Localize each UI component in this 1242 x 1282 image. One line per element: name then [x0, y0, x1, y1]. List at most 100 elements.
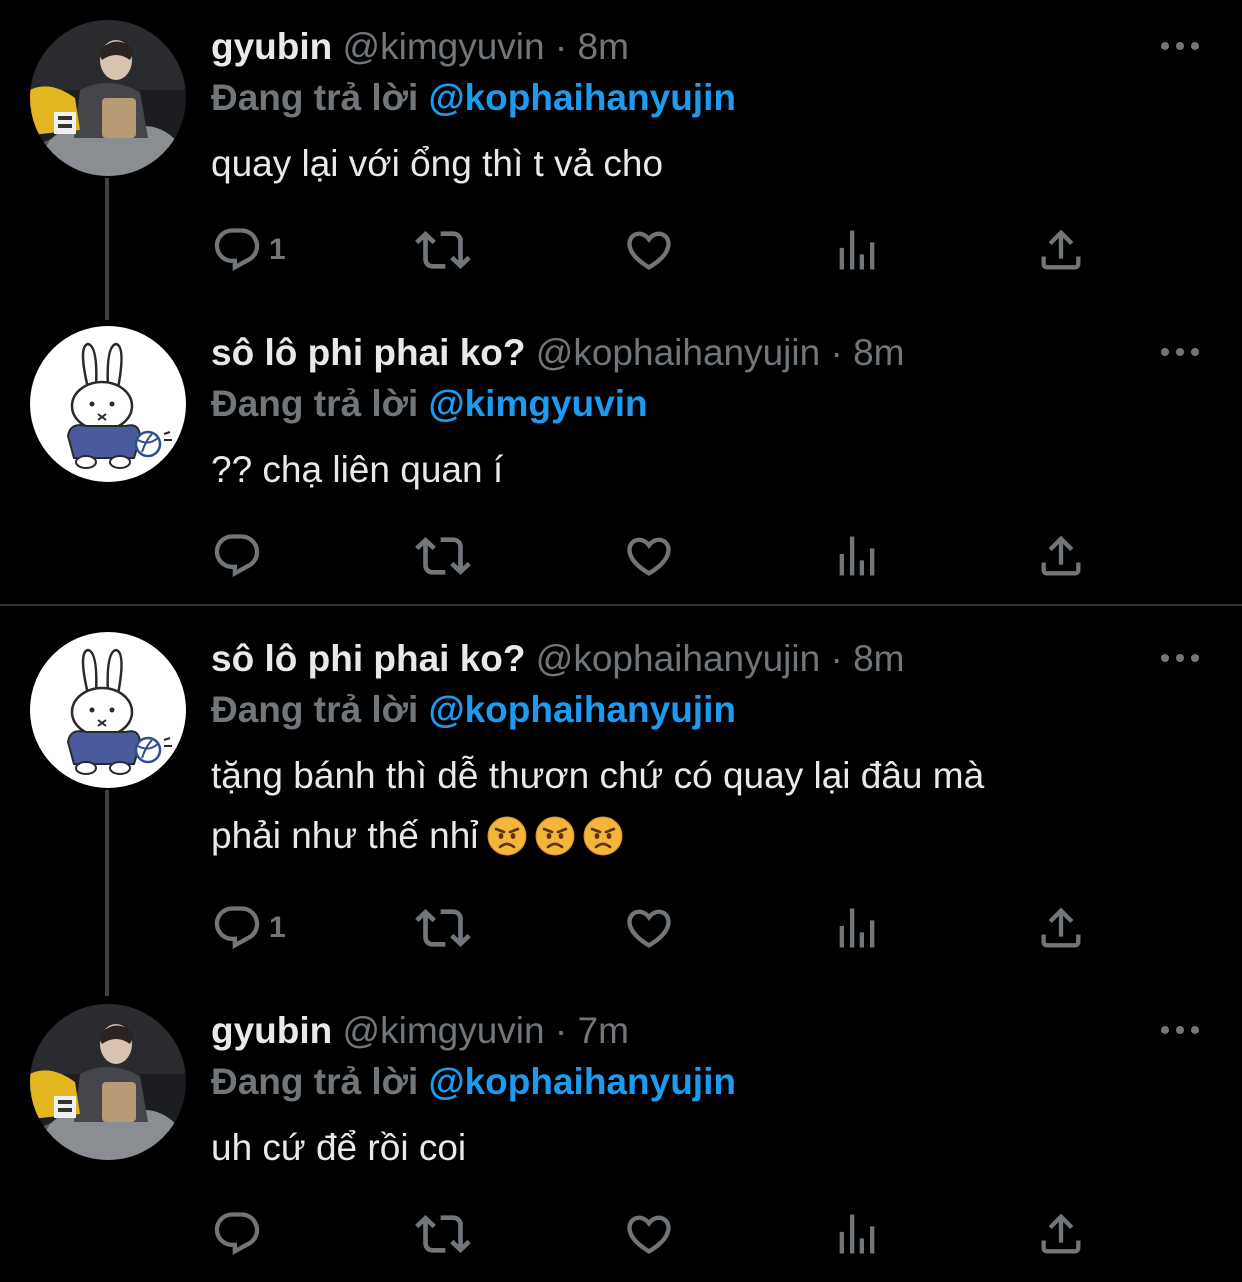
tweet-header: gyubin @kimgyuvin · 8m: [211, 25, 629, 69]
separator-dot: ·: [830, 638, 843, 679]
tweet-actions: [211, 526, 1111, 586]
avatar[interactable]: [30, 326, 186, 482]
tweet-text: ?? chạ liên quan í: [211, 449, 504, 490]
timestamp[interactable]: 7m: [578, 1010, 629, 1051]
share-icon: [1035, 902, 1087, 954]
retweet-button[interactable]: [415, 220, 471, 280]
bunny-avatar-icon: [30, 632, 186, 788]
separator-dot: ·: [554, 1010, 568, 1051]
reply-icon: [211, 224, 263, 276]
tweet-header: gyubin @kimgyuvin · 7m: [211, 1009, 629, 1053]
reply-prefix: Đang trả lời: [211, 1061, 419, 1102]
separator-dot: ·: [554, 26, 568, 67]
retweet-icon: [415, 528, 471, 584]
like-button[interactable]: [623, 526, 675, 586]
display-name[interactable]: gyubin: [211, 1010, 332, 1051]
tweet-header: sô lô phi phai ko? @kophaihanyujin · 8m: [211, 637, 905, 681]
reply-icon: [211, 902, 263, 954]
angry-face-icon: [487, 816, 527, 856]
separator-dot: ·: [830, 332, 843, 373]
share-icon: [1035, 1208, 1087, 1260]
tweet-text-segment: phải như thế nhỉ: [211, 815, 479, 856]
tweet-actions: 1: [211, 898, 1111, 958]
heart-icon: [623, 1208, 675, 1260]
thread-connector-line: [105, 178, 109, 320]
tweet-actions: [211, 1204, 1111, 1264]
timestamp[interactable]: 8m: [578, 26, 629, 67]
views-button[interactable]: [831, 220, 883, 280]
reply-context: Đang trả lời @kophaihanyujin: [211, 1060, 736, 1104]
heart-icon: [623, 530, 675, 582]
reply-context: Đang trả lời @kimgyuvin: [211, 382, 648, 426]
views-chart-icon: [831, 224, 883, 276]
tweet-text-line: phải như thế nhỉ: [211, 806, 1191, 866]
display-name[interactable]: sô lô phi phai ko?: [211, 638, 526, 679]
views-chart-icon: [831, 902, 883, 954]
retweet-icon: [415, 900, 471, 956]
reply-count: 1: [269, 911, 286, 944]
views-button[interactable]: [831, 526, 883, 586]
more-options-icon[interactable]: [1158, 650, 1202, 666]
views-chart-icon: [831, 1208, 883, 1260]
user-handle[interactable]: @kophaihanyujin: [536, 332, 820, 373]
tweet-header: sô lô phi phai ko? @kophaihanyujin · 8m: [211, 331, 905, 375]
reply-button[interactable]: [211, 526, 269, 586]
reply-button[interactable]: 1: [211, 898, 286, 958]
like-button[interactable]: [623, 1204, 675, 1264]
person-photo-avatar-icon: [30, 20, 186, 176]
reply-context: Đang trả lời @kophaihanyujin: [211, 76, 736, 120]
share-button[interactable]: [1035, 1204, 1087, 1264]
tweet-text: tặng bánh thì dễ thươn chứ có quay lại đ…: [211, 746, 1191, 866]
reply-button[interactable]: [211, 1204, 269, 1264]
user-handle[interactable]: @kimgyuvin: [343, 26, 545, 67]
tweet-text: quay lại với ổng thì t vả cho: [211, 143, 664, 184]
reply-count: 1: [269, 233, 286, 266]
thread-divider: [0, 604, 1242, 606]
reply-button[interactable]: 1: [211, 220, 286, 280]
like-button[interactable]: [623, 220, 675, 280]
thread-connector-line: [105, 790, 109, 996]
retweet-icon: [415, 222, 471, 278]
reply-mention-link[interactable]: @kophaihanyujin: [429, 77, 736, 118]
display-name[interactable]: sô lô phi phai ko?: [211, 332, 526, 373]
reply-prefix: Đang trả lời: [211, 383, 419, 424]
reply-icon: [211, 1208, 263, 1260]
reply-context: Đang trả lời @kophaihanyujin: [211, 688, 736, 732]
share-icon: [1035, 530, 1087, 582]
share-button[interactable]: [1035, 220, 1087, 280]
more-options-icon[interactable]: [1158, 38, 1202, 54]
retweet-button[interactable]: [415, 898, 471, 958]
retweet-button[interactable]: [415, 526, 471, 586]
reply-icon: [211, 530, 263, 582]
avatar[interactable]: [30, 1004, 186, 1160]
display-name[interactable]: gyubin: [211, 26, 332, 67]
views-button[interactable]: [831, 898, 883, 958]
reply-mention-link[interactable]: @kimgyuvin: [429, 383, 648, 424]
angry-face-icon: [535, 816, 575, 856]
retweet-icon: [415, 1206, 471, 1262]
reply-prefix: Đang trả lời: [211, 689, 419, 730]
timestamp[interactable]: 8m: [853, 332, 904, 373]
reply-mention-link[interactable]: @kophaihanyujin: [429, 689, 736, 730]
reply-mention-link[interactable]: @kophaihanyujin: [429, 1061, 736, 1102]
views-button[interactable]: [831, 1204, 883, 1264]
tweet-text-line: tặng bánh thì dễ thươn chứ có quay lại đ…: [211, 755, 985, 796]
angry-face-icon: [583, 816, 623, 856]
share-button[interactable]: [1035, 898, 1087, 958]
more-options-icon[interactable]: [1158, 1022, 1202, 1038]
tweet-text: uh cứ để rồi coi: [211, 1127, 467, 1168]
user-handle[interactable]: @kophaihanyujin: [536, 638, 820, 679]
heart-icon: [623, 902, 675, 954]
reply-prefix: Đang trả lời: [211, 77, 419, 118]
avatar[interactable]: [30, 20, 186, 176]
retweet-button[interactable]: [415, 1204, 471, 1264]
more-options-icon[interactable]: [1158, 344, 1202, 360]
user-handle[interactable]: @kimgyuvin: [343, 1010, 545, 1051]
views-chart-icon: [831, 530, 883, 582]
timestamp[interactable]: 8m: [853, 638, 904, 679]
like-button[interactable]: [623, 898, 675, 958]
person-photo-avatar-icon: [30, 1004, 186, 1160]
share-icon: [1035, 224, 1087, 276]
share-button[interactable]: [1035, 526, 1087, 586]
avatar[interactable]: [30, 632, 186, 788]
